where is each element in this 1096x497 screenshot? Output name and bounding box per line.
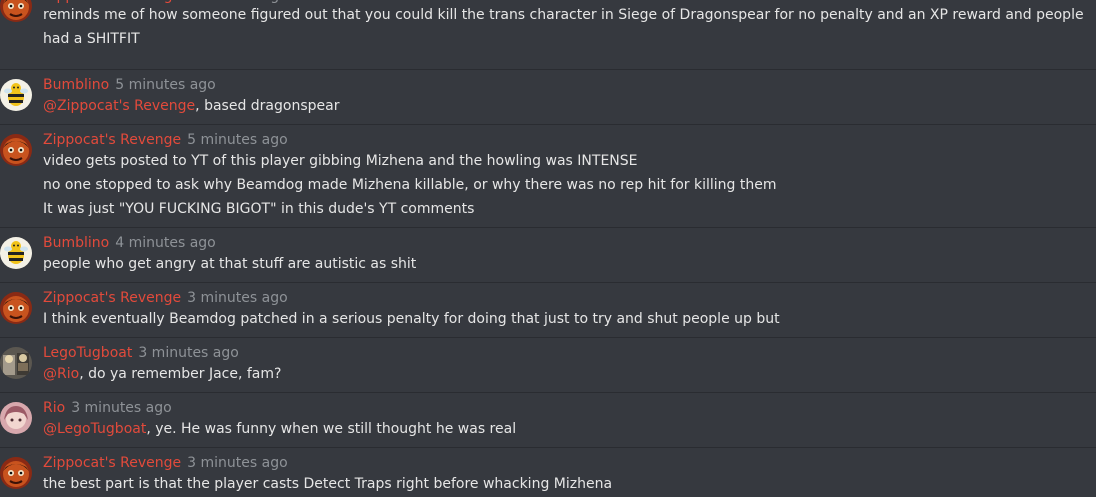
author-name[interactable]: Zippocat's Revenge <box>43 455 181 471</box>
message-header: Zippocat's Revenge 3 minutes ago <box>43 454 288 472</box>
author-name[interactable]: Zippocat's Revenge <box>43 290 181 306</box>
message-text: had a SHITFIT <box>43 31 140 47</box>
message-text: , do ya remember Jace, fam? <box>79 366 282 382</box>
author-name[interactable]: Rio <box>43 400 65 416</box>
message-line: @LegoTugboat, ye. He was funny when we s… <box>43 419 516 439</box>
message-group: Zippocat's Revenge 3 minutes ago the best … <box>0 448 1096 497</box>
message-group: Bumblino 4 minutes ago people who get angr… <box>0 228 1096 283</box>
author-name[interactable]: Zippocat's Revenge <box>43 0 181 4</box>
message-timestamp: 4 minutes ago <box>115 235 216 251</box>
message-timestamp: 3 minutes ago <box>71 400 172 416</box>
message-header: Zippocat's Revenge 5 minutes ago <box>43 131 288 149</box>
message-timestamp: 5 minutes ago <box>115 77 216 93</box>
message-group: Zippocat's Revenge 5 minutes ago video get… <box>0 125 1096 228</box>
zippocat-avatar[interactable] <box>0 292 32 324</box>
message-group: Zippocat's Revenge 3 minutes ago I think e… <box>0 283 1096 338</box>
message-header: Bumblino 5 minutes ago <box>43 76 216 94</box>
bee-avatar[interactable] <box>0 237 32 269</box>
message-group: Bumblino 5 minutes ago @Zippocat's Revenge… <box>0 70 1096 125</box>
message-line: @Zippocat's Revenge, based dragonspear <box>43 96 339 116</box>
message-group: Zippocat's Revenge 6 minutes ago reminds m… <box>0 0 1096 70</box>
author-name[interactable]: LegoTugboat <box>43 345 132 361</box>
message-text: reminds me of how someone figured out th… <box>43 7 1084 23</box>
message-group: LegoTugboat 3 minutes ago @Rio, do ya reme… <box>0 338 1096 393</box>
author-name[interactable]: Zippocat's Revenge <box>43 132 181 148</box>
user-mention[interactable]: @LegoTugboat <box>43 421 146 437</box>
message-group: Rio 3 minutes ago @LegoTugboat, ye. He was… <box>0 393 1096 448</box>
message-text: It was just "YOU FUCKING BIGOT" in this … <box>43 201 475 217</box>
message-timestamp: 3 minutes ago <box>187 290 288 306</box>
lego-avatar[interactable] <box>0 347 32 379</box>
message-line: people who get angry at that stuff are a… <box>43 254 416 274</box>
message-timestamp: 6 minutes ago <box>187 0 288 4</box>
chat-message-list: Zippocat's Revenge 6 minutes ago reminds m… <box>0 0 1096 497</box>
message-text: I think eventually Beamdog patched in a … <box>43 311 780 327</box>
message-line: the best part is that the player casts D… <box>43 474 612 494</box>
message-line: video gets posted to YT of this player g… <box>43 151 638 171</box>
message-text: , ye. He was funny when we still thought… <box>146 421 517 437</box>
message-line: @Rio, do ya remember Jace, fam? <box>43 364 281 384</box>
message-text: video gets posted to YT of this player g… <box>43 153 638 169</box>
message-timestamp: 3 minutes ago <box>187 455 288 471</box>
message-text: the best part is that the player casts D… <box>43 476 613 492</box>
zippocat-avatar[interactable] <box>0 0 32 22</box>
zippocat-avatar[interactable] <box>0 134 32 166</box>
message-line: reminds me of how someone figured out th… <box>43 5 1084 25</box>
message-line: no one stopped to ask why Beamdog made M… <box>43 175 776 195</box>
bee-avatar[interactable] <box>0 79 32 111</box>
message-line: It was just "YOU FUCKING BIGOT" in this … <box>43 199 474 219</box>
message-header: Zippocat's Revenge 3 minutes ago <box>43 289 288 307</box>
message-line: I think eventually Beamdog patched in a … <box>43 309 780 329</box>
message-text: , based dragonspear <box>195 98 340 114</box>
message-timestamp: 5 minutes ago <box>187 132 288 148</box>
author-name[interactable]: Bumblino <box>43 235 109 251</box>
message-header: LegoTugboat 3 minutes ago <box>43 344 239 362</box>
rio-avatar[interactable] <box>0 402 32 434</box>
zippocat-avatar[interactable] <box>0 457 32 489</box>
message-header: Rio 3 minutes ago <box>43 399 172 417</box>
user-mention[interactable]: @Rio <box>43 366 79 382</box>
message-text: people who get angry at that stuff are a… <box>43 256 417 272</box>
message-line: had a SHITFIT <box>43 29 140 49</box>
user-mention[interactable]: @Zippocat's Revenge <box>43 98 195 114</box>
message-timestamp: 3 minutes ago <box>138 345 239 361</box>
message-header: Bumblino 4 minutes ago <box>43 234 216 252</box>
message-text: no one stopped to ask why Beamdog made M… <box>43 177 777 193</box>
author-name[interactable]: Bumblino <box>43 77 109 93</box>
